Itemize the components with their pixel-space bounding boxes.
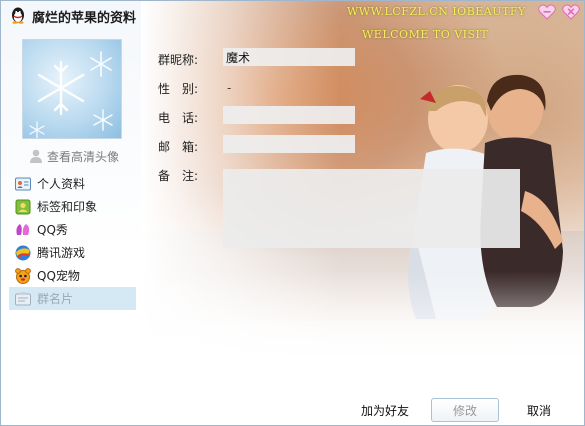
phone-label: 电 话:	[158, 111, 199, 125]
sidebar-nav: 个人资料 标签和印象 QQ秀 腾讯游戏 QQ宠物 群名片	[9, 172, 136, 310]
email-label: 邮 箱:	[158, 140, 199, 154]
email-field[interactable]	[223, 135, 355, 153]
sidebar-item-games[interactable]: 腾讯游戏	[9, 241, 136, 264]
sidebar-item-label: QQ秀	[37, 223, 68, 237]
tag-icon	[15, 199, 31, 214]
cancel-button[interactable]: 取消	[511, 398, 567, 422]
sidebar-item-qq-show[interactable]: QQ秀	[9, 218, 136, 241]
remark-label: 备 注:	[158, 169, 199, 183]
view-hd-avatar-label: 查看高清头像	[47, 149, 120, 164]
sidebar-item-label: 标签和印象	[37, 200, 98, 214]
watermark-welcome: WELCOME TO VISIT	[362, 28, 489, 41]
snowflake-avatar-image	[29, 51, 113, 138]
edit-button[interactable]: 修改	[431, 398, 499, 422]
minimize-heart-icon[interactable]	[538, 4, 556, 20]
pet-icon	[15, 267, 31, 284]
add-friend-button[interactable]: 加为好友	[354, 398, 416, 422]
group-card-icon	[15, 291, 31, 305]
qq-penguin-icon	[12, 7, 24, 24]
game-icon	[15, 245, 31, 260]
title-bar: 腐烂的苹果的资料 WWW.LCFZL.CN IOBEAUTFY WELCOME …	[1, 1, 584, 41]
nickname-label: 群昵称:	[158, 53, 199, 67]
view-hd-avatar-link[interactable]: 查看高清头像	[28, 147, 119, 165]
sidebar-item-tags[interactable]: 标签和印象	[9, 195, 136, 218]
gender-value: -	[227, 81, 232, 95]
watermark-url: WWW.LCFZL.CN IOBEAUTFY	[347, 5, 526, 18]
window-title: 腐烂的苹果的资料	[32, 11, 137, 26]
sidebar-item-label: 群名片	[37, 292, 74, 306]
qq-show-icon	[16, 223, 30, 235]
person-icon	[30, 149, 42, 163]
sidebar-item-label: 个人资料	[37, 177, 86, 191]
sidebar-item-label: 腾讯游戏	[37, 246, 86, 260]
profile-window: 腐烂的苹果的资料 WWW.LCFZL.CN IOBEAUTFY WELCOME …	[0, 0, 585, 426]
close-heart-icon[interactable]	[562, 4, 580, 20]
sidebar-item-profile[interactable]: 个人资料	[9, 172, 136, 195]
gender-label: 性 别:	[158, 82, 199, 96]
group-nickname-field[interactable]	[223, 48, 355, 66]
sidebar-item-label: QQ宠物	[37, 269, 80, 283]
phone-field[interactable]	[223, 106, 355, 124]
sidebar-item-pet[interactable]: QQ宠物	[9, 264, 136, 287]
avatar[interactable]	[22, 39, 122, 139]
profile-card-icon	[15, 177, 31, 190]
sidebar-item-group-card[interactable]: 群名片	[9, 287, 136, 310]
remark-textarea[interactable]	[223, 169, 520, 248]
